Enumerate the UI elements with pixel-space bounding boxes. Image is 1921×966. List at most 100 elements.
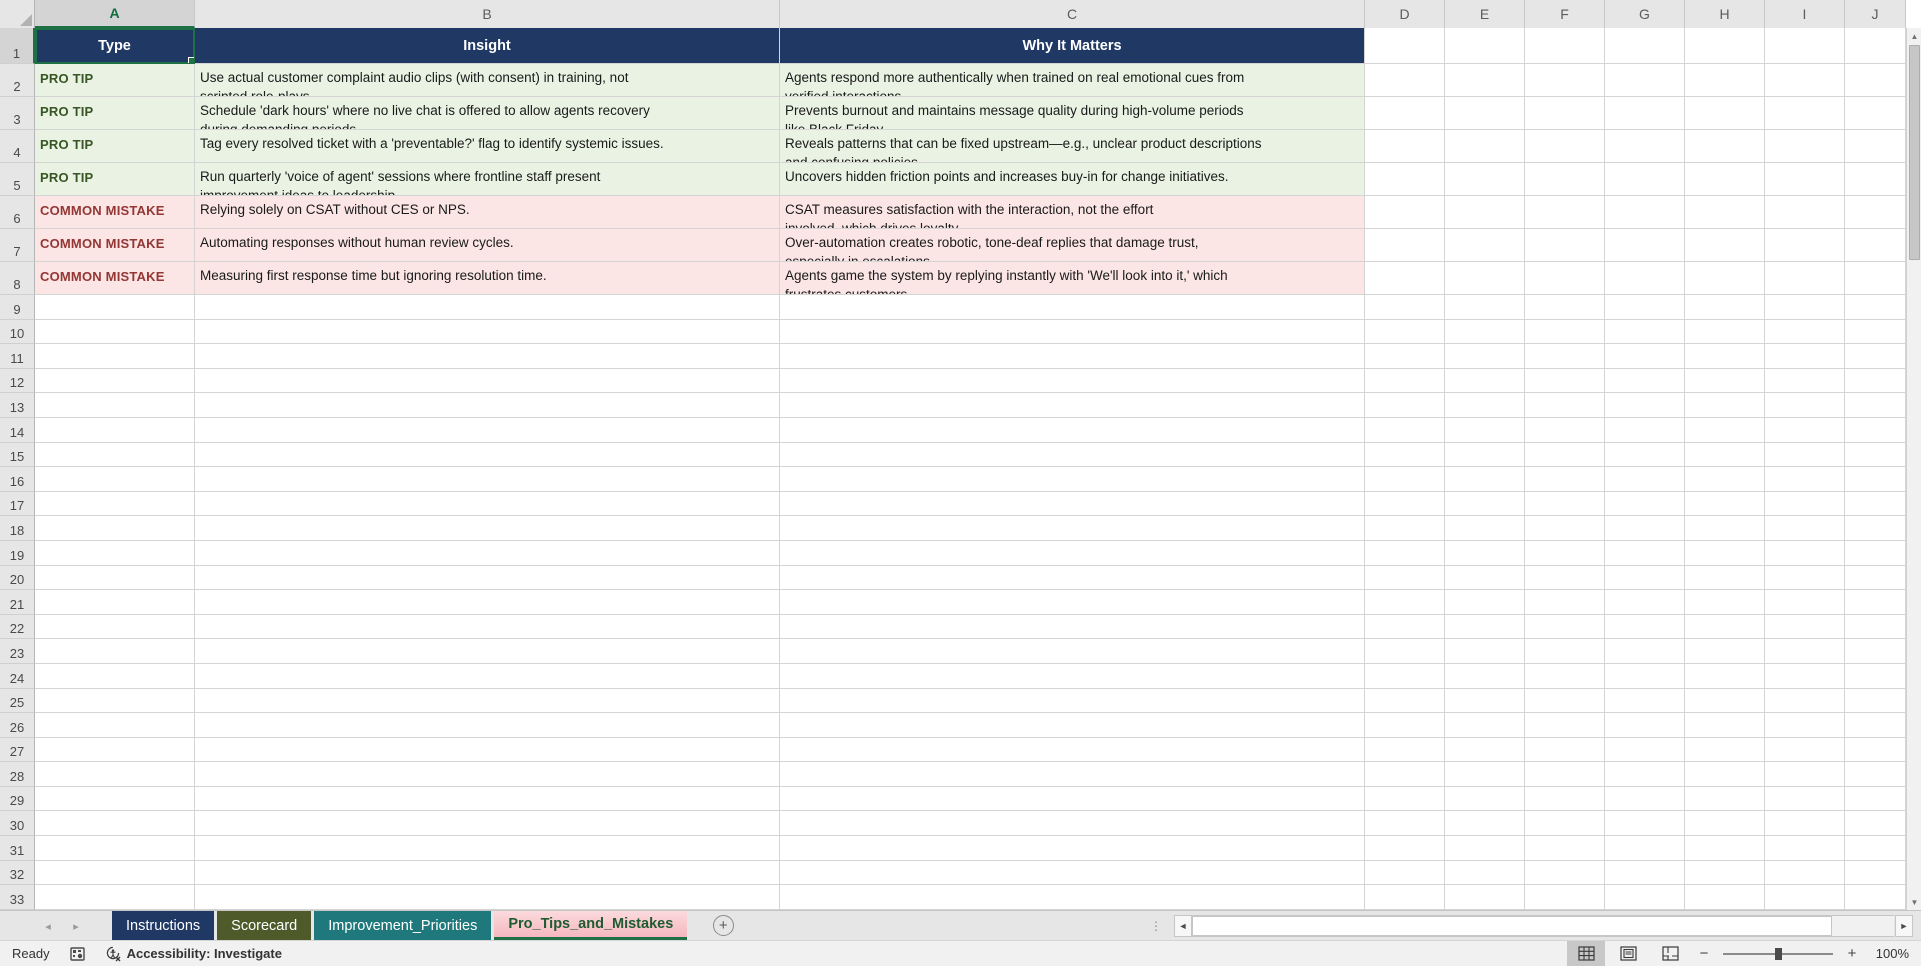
cell-E19[interactable] [1445, 541, 1525, 566]
cell-C3[interactable]: Prevents burnout and maintains message q… [780, 97, 1365, 130]
cell-B10[interactable] [195, 320, 780, 345]
cell-D1[interactable] [1365, 28, 1445, 64]
scroll-up-icon[interactable]: ▲ [1907, 28, 1921, 44]
cell-J3[interactable] [1845, 97, 1906, 130]
cell-G5[interactable] [1605, 163, 1685, 196]
cell-F22[interactable] [1525, 615, 1605, 640]
page-break-preview-button[interactable] [1651, 941, 1689, 966]
cell-I17[interactable] [1765, 492, 1845, 517]
cell-B21[interactable] [195, 590, 780, 615]
cell-H24[interactable] [1685, 664, 1765, 689]
scroll-down-icon[interactable]: ▼ [1907, 894, 1921, 910]
cell-E10[interactable] [1445, 320, 1525, 345]
cell-E24[interactable] [1445, 664, 1525, 689]
cell-I1[interactable] [1765, 28, 1845, 64]
cell-A24[interactable] [35, 664, 195, 689]
row-header-17[interactable]: 17 [0, 492, 35, 517]
cell-G15[interactable] [1605, 443, 1685, 468]
cell-E21[interactable] [1445, 590, 1525, 615]
row-header-31[interactable]: 31 [0, 836, 35, 861]
cell-G25[interactable] [1605, 689, 1685, 714]
type-cell-A4[interactable]: PRO TIP [35, 130, 195, 163]
cell-G24[interactable] [1605, 664, 1685, 689]
cell-E27[interactable] [1445, 738, 1525, 763]
cell-F12[interactable] [1525, 369, 1605, 394]
cell-F7[interactable] [1525, 229, 1605, 262]
cell-D33[interactable] [1365, 885, 1445, 910]
cell-I23[interactable] [1765, 639, 1845, 664]
cell-J21[interactable] [1845, 590, 1906, 615]
cell-B29[interactable] [195, 787, 780, 812]
cell-F6[interactable] [1525, 196, 1605, 229]
cell-G26[interactable] [1605, 713, 1685, 738]
cell-B18[interactable] [195, 516, 780, 541]
cell-F30[interactable] [1525, 811, 1605, 836]
sheet-tab-instructions[interactable]: Instructions [112, 911, 214, 940]
cell-E20[interactable] [1445, 566, 1525, 591]
row-header-5[interactable]: 5 [0, 163, 35, 196]
cell-B7[interactable]: Automating responses without human revie… [195, 229, 780, 262]
cell-B4[interactable]: Tag every resolved ticket with a 'preven… [195, 130, 780, 163]
row-header-32[interactable]: 32 [0, 861, 35, 886]
cell-F5[interactable] [1525, 163, 1605, 196]
cell-J4[interactable] [1845, 130, 1906, 163]
cell-F16[interactable] [1525, 467, 1605, 492]
cell-H2[interactable] [1685, 64, 1765, 97]
cell-J11[interactable] [1845, 344, 1906, 369]
cell-E29[interactable] [1445, 787, 1525, 812]
cell-I19[interactable] [1765, 541, 1845, 566]
cell-H5[interactable] [1685, 163, 1765, 196]
cell-D5[interactable] [1365, 163, 1445, 196]
cell-D22[interactable] [1365, 615, 1445, 640]
cell-J13[interactable] [1845, 393, 1906, 418]
cell-I3[interactable] [1765, 97, 1845, 130]
cell-J16[interactable] [1845, 467, 1906, 492]
cell-H13[interactable] [1685, 393, 1765, 418]
horizontal-scroll-track[interactable] [1192, 915, 1894, 937]
cell-D13[interactable] [1365, 393, 1445, 418]
column-header-C[interactable]: C [780, 0, 1365, 28]
cell-D30[interactable] [1365, 811, 1445, 836]
cell-J1[interactable] [1845, 28, 1906, 64]
cell-C15[interactable] [780, 443, 1365, 468]
cell-E31[interactable] [1445, 836, 1525, 861]
cell-A33[interactable] [35, 885, 195, 910]
cell-E3[interactable] [1445, 97, 1525, 130]
cell-C19[interactable] [780, 541, 1365, 566]
cell-G14[interactable] [1605, 418, 1685, 443]
cell-D19[interactable] [1365, 541, 1445, 566]
cell-E2[interactable] [1445, 64, 1525, 97]
cell-D26[interactable] [1365, 713, 1445, 738]
cell-F32[interactable] [1525, 861, 1605, 886]
cell-G21[interactable] [1605, 590, 1685, 615]
cell-D10[interactable] [1365, 320, 1445, 345]
cell-F2[interactable] [1525, 64, 1605, 97]
type-cell-A2[interactable]: PRO TIP [35, 64, 195, 97]
cell-G6[interactable] [1605, 196, 1685, 229]
scroll-right-icon[interactable]: ► [1895, 915, 1913, 937]
cell-F9[interactable] [1525, 295, 1605, 320]
cell-H32[interactable] [1685, 861, 1765, 886]
cell-E28[interactable] [1445, 762, 1525, 787]
cell-A22[interactable] [35, 615, 195, 640]
cell-C17[interactable] [780, 492, 1365, 517]
cell-J12[interactable] [1845, 369, 1906, 394]
row-header-24[interactable]: 24 [0, 664, 35, 689]
cell-C29[interactable] [780, 787, 1365, 812]
cell-B28[interactable] [195, 762, 780, 787]
cell-G31[interactable] [1605, 836, 1685, 861]
cell-G28[interactable] [1605, 762, 1685, 787]
cell-F33[interactable] [1525, 885, 1605, 910]
cell-I29[interactable] [1765, 787, 1845, 812]
cell-B19[interactable] [195, 541, 780, 566]
cell-H1[interactable] [1685, 28, 1765, 64]
row-header-6[interactable]: 6 [0, 196, 35, 229]
cell-F17[interactable] [1525, 492, 1605, 517]
column-header-G[interactable]: G [1605, 0, 1685, 28]
cell-G3[interactable] [1605, 97, 1685, 130]
cell-B9[interactable] [195, 295, 780, 320]
row-header-3[interactable]: 3 [0, 97, 35, 130]
cell-C16[interactable] [780, 467, 1365, 492]
row-header-23[interactable]: 23 [0, 639, 35, 664]
cell-A26[interactable] [35, 713, 195, 738]
